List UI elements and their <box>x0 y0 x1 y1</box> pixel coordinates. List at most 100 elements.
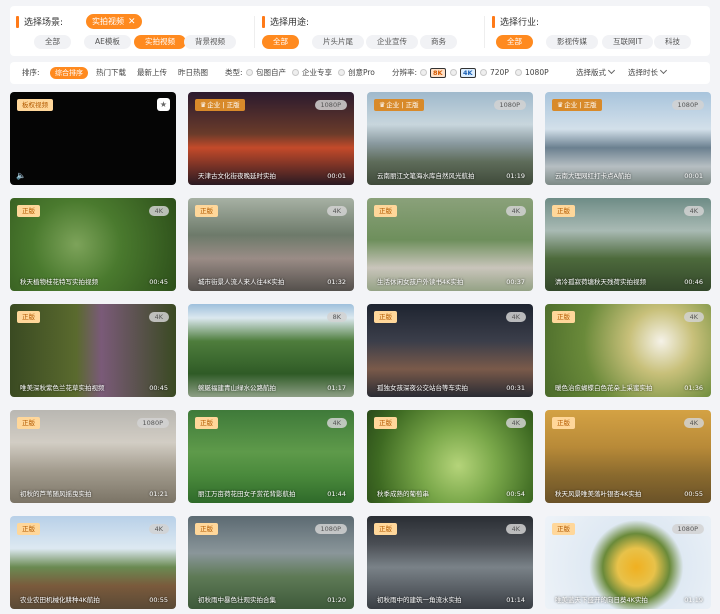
video-card[interactable]: 正版 4K 初秋雨中的建筑一角流水实拍 01:14 <box>367 516 533 609</box>
format-dropdown-label: 选择版式 <box>576 68 606 77</box>
usage-option-business[interactable]: 商务 <box>420 35 457 49</box>
license-tag: 正版 <box>17 523 40 535</box>
scene-option-live[interactable]: 实拍视频 <box>134 35 186 49</box>
accent-bar <box>16 16 19 28</box>
sort-option-latest[interactable]: 最新上传 <box>137 62 167 84</box>
industry-option-all[interactable]: 全部 <box>496 35 533 49</box>
video-duration: 01:19 <box>506 172 525 180</box>
video-title: 蜿蜒福建青山绿水公路航拍 <box>198 384 276 392</box>
resolution-badge: 4K <box>505 206 526 216</box>
video-duration: 01:17 <box>327 384 346 392</box>
video-duration: 01:20 <box>327 596 346 604</box>
video-card[interactable]: 正版 4K 孤独女孩深夜公交站台等车实拍 00:31 <box>367 304 533 397</box>
video-title: 秋季成熟的葡萄串 <box>377 490 429 498</box>
video-card[interactable]: 正版 4K 暖色治愈蝴蝶白色花朵上采蜜实拍 01:36 <box>545 304 711 397</box>
video-card[interactable]: ♛企业 | 正版 1080P 天津古文化街夜晚延时实拍 00:01 <box>188 92 354 185</box>
sort-option-comprehensive[interactable]: 综合排序 <box>50 67 88 79</box>
res-option-720p[interactable]: 720P <box>480 62 509 84</box>
license-tag-label: 正版 <box>557 419 570 427</box>
video-card[interactable]: 正版 4K 清冷孤寂荷塘秋天残荷实拍视频 00:46 <box>545 198 711 291</box>
filter-panel: 选择场景: 实拍视频 ✕ 全部 AE模板 实拍视频 背景视频 选择用途: 全部 片… <box>10 6 710 56</box>
radio-icon <box>420 69 427 76</box>
radio-icon <box>480 69 487 76</box>
video-card[interactable]: 正版 4K 秋天植物桂花特写实拍视频 00:45 <box>10 198 176 291</box>
license-tag-label: 正版 <box>379 313 392 321</box>
video-card[interactable]: ♛企业 | 正版 1080P 云南丽江文笔海水库自然风光航拍 01:19 <box>367 92 533 185</box>
video-card[interactable]: 正版 4K 唯美深秋紫色兰花草实拍视频 00:45 <box>10 304 176 397</box>
video-duration: 00:54 <box>506 490 525 498</box>
type-option-pro[interactable]: 创意Pro <box>338 62 375 84</box>
selected-scene-label: 实拍视频 <box>92 17 124 26</box>
res-720p-label: 720P <box>490 68 509 77</box>
license-tag-label: 正版 <box>557 525 570 533</box>
video-card[interactable]: 正版 4K 丽江万亩荷花田女子赏花背影航拍 01:44 <box>188 410 354 503</box>
video-duration: 00:01 <box>327 172 346 180</box>
industry-option-media[interactable]: 影视传媒 <box>546 35 598 49</box>
industry-filter-title: 选择行业: <box>500 18 540 28</box>
usage-filter: 选择用途: 全部 片头片尾 企业宣传 商务 <box>262 6 492 56</box>
video-title: 初秋雨中的建筑一角流水实拍 <box>377 596 462 604</box>
res-option-8k[interactable]: 8K <box>420 62 446 84</box>
duration-dropdown[interactable]: 选择时长 <box>628 62 668 84</box>
license-tag: ♛企业 | 正版 <box>374 99 424 111</box>
close-icon[interactable]: ✕ <box>128 17 136 27</box>
scene-option-ae[interactable]: AE模板 <box>84 35 131 49</box>
type-option-enterprise[interactable]: 企业专享 <box>292 62 332 84</box>
license-tag: 正版 <box>374 205 397 217</box>
res-option-4k[interactable]: 4K <box>450 62 476 84</box>
industry-option-tech[interactable]: 科技 <box>654 35 691 49</box>
scene-option-all[interactable]: 全部 <box>34 35 71 49</box>
video-card[interactable]: 正版 1080P 唯美蓝天下盛开的向日葵4K实拍 01:19 <box>545 516 711 609</box>
video-title: 农业农田机械化耕种4K航拍 <box>20 596 100 604</box>
video-duration: 01:14 <box>506 596 525 604</box>
resolution-badge: 4K <box>683 418 704 428</box>
usage-option-intro[interactable]: 片头片尾 <box>312 35 364 49</box>
license-tag: ♛企业 | 正版 <box>552 99 602 111</box>
video-title: 清冷孤寂荷塘秋天残荷实拍视频 <box>555 278 646 286</box>
industry-option-it[interactable]: 互联网IT <box>602 35 654 49</box>
license-tag: 正版 <box>374 311 397 323</box>
resolution-badge: 4K <box>148 206 169 216</box>
video-duration: 00:55 <box>684 490 703 498</box>
usage-option-corporate[interactable]: 企业宣传 <box>366 35 418 49</box>
video-duration: 01:21 <box>149 490 168 498</box>
type-option-own[interactable]: 包图自产 <box>246 62 286 84</box>
sort-option-hot[interactable]: 热门下载 <box>96 62 126 84</box>
divider <box>254 16 255 48</box>
res-option-1080p[interactable]: 1080P <box>515 62 549 84</box>
resolution-badge: 1080P <box>671 100 704 110</box>
video-card[interactable]: 正版 4K 城市街景人流人来人往4K实拍 01:32 <box>188 198 354 291</box>
usage-option-all[interactable]: 全部 <box>262 35 299 49</box>
sort-option-yesterday[interactable]: 昨日热图 <box>178 62 208 84</box>
type-option-own-label: 包图自产 <box>256 68 286 77</box>
license-tag-label: 正版 <box>379 207 392 215</box>
accent-bar <box>492 16 495 28</box>
license-tag: 正版 <box>374 417 397 429</box>
star-icon[interactable]: ★ <box>157 98 170 111</box>
video-card[interactable]: 正版 4K 农业农田机械化耕种4K航拍 00:55 <box>10 516 176 609</box>
resolution-badge: 1080P <box>314 524 347 534</box>
license-tag-label: 正版 <box>22 313 35 321</box>
video-card[interactable]: 正版 4K 秋天风景唯美落叶银杏4K实拍 00:55 <box>545 410 711 503</box>
video-card[interactable]: ♛企业 | 正版 1080P 云南大理网红打卡点A航拍 00:01 <box>545 92 711 185</box>
license-tag-label: 正版 <box>22 207 35 215</box>
resolution-badge: 1080P <box>314 100 347 110</box>
scene-option-bg[interactable]: 背景视频 <box>184 35 236 49</box>
crown-icon: ♛ <box>557 101 564 109</box>
license-tag: 正版 <box>374 523 397 535</box>
video-card[interactable]: 正版 1080P 初秋雨中暴色壮观实拍合集 01:20 <box>188 516 354 609</box>
license-tag-label: 正版 <box>379 525 392 533</box>
selected-scene-tag[interactable]: 实拍视频 ✕ <box>86 14 142 29</box>
video-card[interactable]: 正版 4K 秋季成熟的葡萄串 00:54 <box>367 410 533 503</box>
resolution-badge: 4K <box>683 206 704 216</box>
video-card[interactable]: 正版 4K 生活休闲女孩户外读书4K实拍 00:37 <box>367 198 533 291</box>
license-tag-label: 企业 | 正版 <box>207 101 240 109</box>
video-card[interactable]: 8K 蜿蜒福建青山绿水公路航拍 01:17 <box>188 304 354 397</box>
video-card[interactable]: 板权视频 ★ 🔈 <box>10 92 176 185</box>
video-card[interactable]: 正版 1080P 初秋的芦苇随风摇曳实拍 01:21 <box>10 410 176 503</box>
license-tag: 正版 <box>552 205 575 217</box>
license-tag: 正版 <box>17 417 40 429</box>
format-dropdown[interactable]: 选择版式 <box>576 62 616 84</box>
res-8k-badge: 8K <box>430 68 446 78</box>
volume-icon[interactable]: 🔈 <box>16 171 26 180</box>
